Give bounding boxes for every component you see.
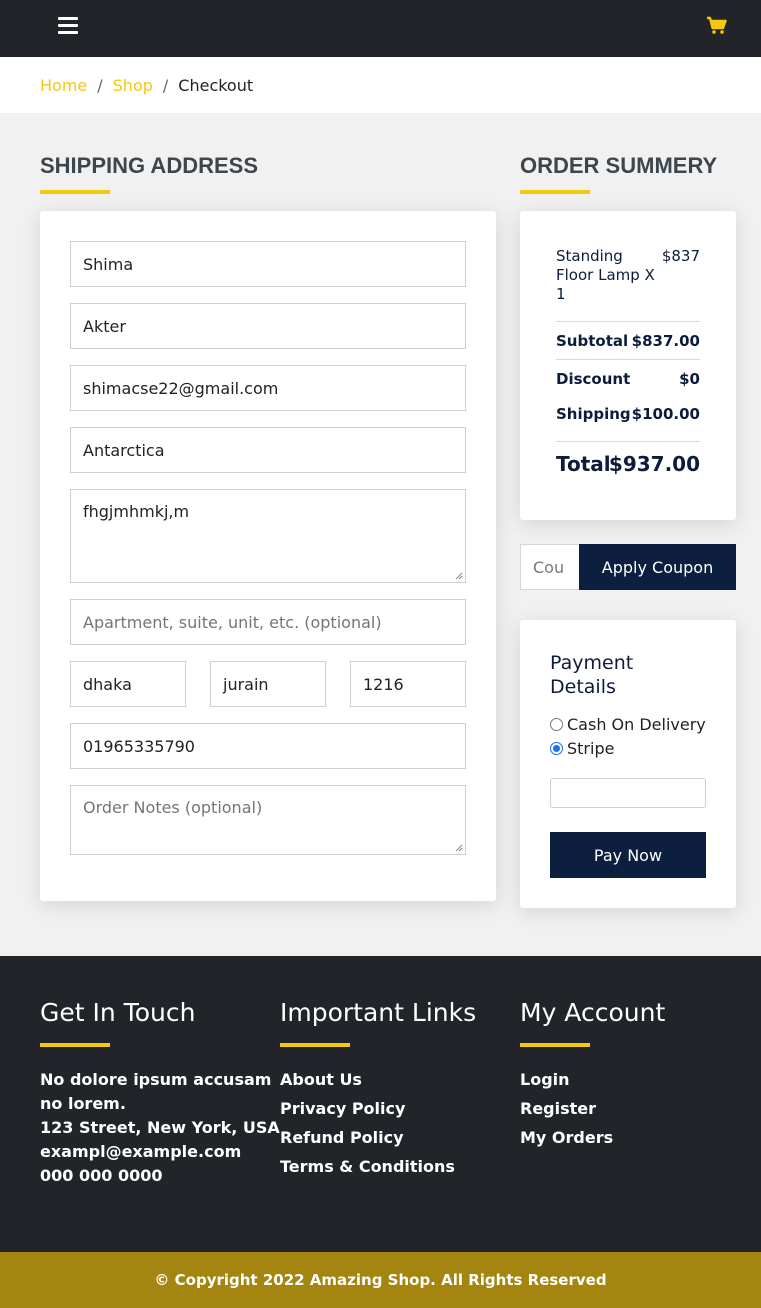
city-input[interactable]: dhaka [70, 661, 186, 707]
discount-label: Discount [556, 370, 631, 388]
footer-link-refund-policy[interactable]: Refund Policy [280, 1128, 404, 1147]
first-name-input[interactable]: Shima [70, 241, 466, 287]
divider [556, 441, 700, 442]
address-textarea[interactable]: fhgjmhmkj,m [70, 489, 466, 583]
resize-handle-icon[interactable] [455, 844, 463, 852]
total-label: Total [556, 452, 611, 476]
breadcrumb-shop[interactable]: Shop [113, 76, 153, 95]
cart-icon[interactable] [706, 16, 728, 36]
phone-input[interactable]: 01965335790 [70, 723, 466, 769]
footer-link-about-us[interactable]: About Us [280, 1070, 362, 1089]
title-underline [40, 190, 110, 194]
email-input[interactable]: shimacse22@gmail.com [70, 365, 466, 411]
shipping-label: Shipping [556, 405, 631, 423]
breadcrumb: Home / Shop / Checkout [0, 57, 761, 113]
breadcrumb-current: Checkout [178, 75, 254, 95]
order-item-name-line: Standing [556, 247, 623, 265]
order-notes-textarea[interactable]: Order Notes (optional) [70, 785, 466, 855]
order-notes-placeholder: Order Notes (optional) [83, 798, 263, 817]
state-input[interactable]: jurain [210, 661, 326, 707]
order-item-price: $837 [661, 247, 700, 265]
cash-on-delivery-label[interactable]: Cash On Delivery [567, 715, 706, 734]
contact-text: No dolore ipsum accusam [40, 1070, 272, 1089]
shipping-form-card: Shima Akter shimacse22@gmail.com Antarct… [40, 211, 496, 901]
contact-info: No dolore ipsum accusam no lorem. 123 St… [40, 1068, 280, 1188]
resize-handle-icon[interactable] [455, 572, 463, 580]
footer-link-login[interactable]: Login [520, 1070, 570, 1089]
get-in-touch-title: Get In Touch [40, 998, 196, 1027]
top-navbar [0, 0, 761, 57]
my-account-title: My Account [520, 998, 666, 1027]
subtotal-value: $837.00 [631, 332, 700, 350]
breadcrumb-separator: / [162, 75, 169, 95]
apply-coupon-button[interactable]: Apply Coupon [579, 544, 736, 590]
payment-title-line: Payment [550, 652, 634, 674]
important-links-title: Important Links [280, 998, 477, 1027]
payment-title-line: Details [550, 676, 616, 698]
cash-on-delivery-radio[interactable] [550, 718, 563, 731]
coupon-input[interactable]: Cou [520, 544, 580, 590]
title-underline [40, 1043, 110, 1047]
payment-details-title: Payment Details [550, 651, 633, 699]
total-value: $937.00 [608, 452, 700, 476]
divider [556, 321, 700, 322]
payment-details-card: Payment Details Cash On Delivery Stripe … [520, 620, 736, 908]
card-details-input[interactable] [550, 778, 706, 808]
country-input[interactable]: Antarctica [70, 427, 466, 473]
breadcrumb-separator: / [97, 75, 103, 95]
discount-value: $0 [679, 370, 700, 388]
shipping-value: $100.00 [631, 405, 700, 423]
hamburger-icon[interactable] [58, 17, 78, 35]
divider [556, 359, 700, 360]
zip-input[interactable]: 1216 [350, 661, 466, 707]
contact-phone: 000 000 0000 [40, 1166, 163, 1185]
order-summary-title: ORDER SUMMERY [520, 153, 718, 178]
stripe-radio[interactable] [550, 742, 563, 755]
order-item-name-line: 1 [556, 285, 566, 303]
stripe-label[interactable]: Stripe [567, 739, 614, 758]
pay-now-button[interactable]: Pay Now [550, 832, 706, 878]
shipping-address-title: SHIPPING ADDRESS [40, 153, 259, 178]
contact-address: 123 Street, New York, USA [40, 1118, 280, 1137]
footer-link-privacy-policy[interactable]: Privacy Policy [280, 1099, 405, 1118]
address-text: fhgjmhmkj,m [83, 502, 190, 521]
footer-link-my-orders[interactable]: My Orders [520, 1128, 613, 1147]
order-item-name-line: Floor Lamp X [556, 266, 655, 284]
title-underline [520, 1043, 590, 1047]
subtotal-label: Subtotal [556, 332, 629, 350]
contact-text: no lorem. [40, 1094, 126, 1113]
footer: Get In Touch No dolore ipsum accusam no … [0, 956, 761, 1252]
order-summary-card: Standing Floor Lamp X 1 $837 Subtotal $8… [520, 211, 736, 520]
contact-email: exampl@example.com [40, 1142, 242, 1161]
footer-link-terms[interactable]: Terms & Conditions [280, 1157, 455, 1176]
apartment-input[interactable]: Apartment, suite, unit, etc. (optional) [70, 599, 466, 645]
last-name-input[interactable]: Akter [70, 303, 466, 349]
copyright-bar: © Copyright 2022 Amazing Shop. All Right… [0, 1252, 761, 1308]
order-item-name: Standing Floor Lamp X 1 [556, 247, 655, 304]
footer-link-register[interactable]: Register [520, 1099, 596, 1118]
title-underline [520, 190, 590, 194]
title-underline [280, 1043, 350, 1047]
breadcrumb-home[interactable]: Home [40, 76, 87, 95]
